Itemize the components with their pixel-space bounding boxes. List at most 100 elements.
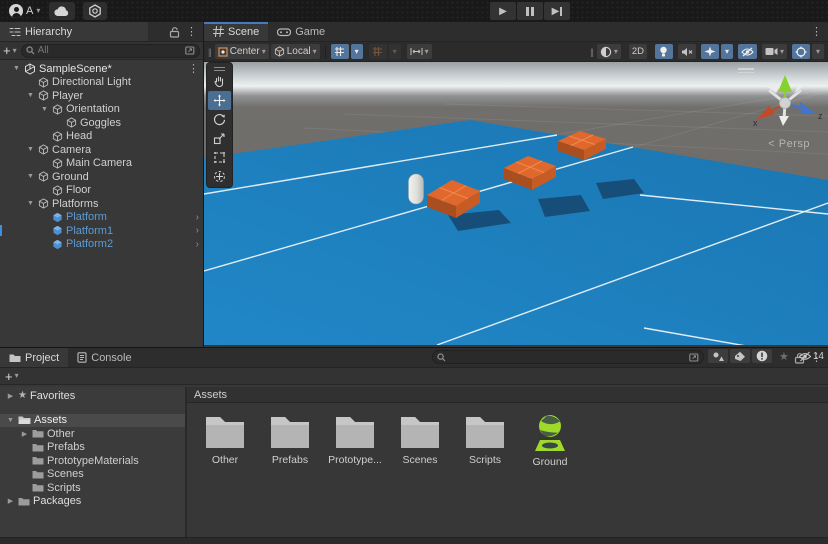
save-search-icon[interactable] <box>689 353 699 362</box>
hierarchy-item[interactable]: ▼ Orientation <box>0 103 203 117</box>
hidden-packages-button[interactable]: 14 <box>796 349 826 363</box>
snap-increment-toggle[interactable] <box>369 44 387 59</box>
toolbar-grip[interactable]: || <box>208 47 211 57</box>
play-button[interactable]: ▶ <box>490 2 516 20</box>
hierarchy-item-prefab[interactable]: Platform2 › <box>0 238 203 252</box>
handle-space-dropdown[interactable]: Local ▾ <box>271 44 320 59</box>
tree-item-folder[interactable]: Scenes <box>0 468 185 482</box>
projection-label[interactable]: < Persp <box>768 138 810 150</box>
scene-viewport[interactable]: x z <box>204 62 828 345</box>
expand-arrow[interactable]: ▼ <box>26 173 35 180</box>
hierarchy-item[interactable]: Head <box>0 130 203 144</box>
tab-scene[interactable]: Scene <box>204 22 268 41</box>
tab-project[interactable]: Project <box>0 348 68 367</box>
scale-tool-button[interactable] <box>208 129 231 148</box>
hierarchy-search[interactable] <box>21 44 200 58</box>
filter-by-label-button[interactable] <box>730 349 750 363</box>
axis-y-cone[interactable] <box>778 75 792 92</box>
effects-toggle[interactable] <box>701 44 719 59</box>
hierarchy-item-prefab[interactable]: Platform1 › <box>0 224 203 238</box>
pause-button[interactable] <box>517 2 543 20</box>
tab-hierarchy[interactable]: Hierarchy <box>0 22 148 41</box>
prefab-chevron-icon[interactable]: › <box>196 239 199 250</box>
project-search-input[interactable] <box>449 352 686 363</box>
toolbar-grip[interactable]: || <box>590 47 593 57</box>
hierarchy-item[interactable]: Directional Light <box>0 76 203 90</box>
pivot-mode-dropdown[interactable]: Center ▾ <box>215 44 269 59</box>
rect-tool-button[interactable] <box>208 148 231 167</box>
grid-visibility-toggle[interactable] <box>331 44 349 59</box>
gizmos-dropdown[interactable]: ▾ <box>812 44 824 59</box>
cloud-services-button[interactable] <box>49 2 75 20</box>
project-search[interactable] <box>432 350 704 364</box>
asset-item-folder[interactable]: Other <box>193 413 257 468</box>
hierarchy-search-input[interactable] <box>38 45 182 56</box>
version-control-button[interactable] <box>83 2 107 20</box>
step-button[interactable]: ▶ <box>544 2 570 20</box>
prefab-chevron-icon[interactable]: › <box>196 212 199 223</box>
tree-item-folder[interactable]: ▶ Other <box>0 427 185 441</box>
hierarchy-item[interactable]: ▼ Camera <box>0 143 203 157</box>
hierarchy-item[interactable]: Main Camera <box>0 157 203 171</box>
hidden-objects-toggle[interactable] <box>738 44 757 59</box>
move-snap-button[interactable]: ▾ <box>407 44 432 59</box>
axis-z-cone[interactable] <box>800 102 816 114</box>
tree-item-packages[interactable]: ▶ Packages <box>0 495 185 509</box>
prefab-chevron-icon[interactable]: › <box>196 225 199 236</box>
gizmo-overlay-handle[interactable] <box>738 66 754 75</box>
hierarchy-item-samplescene[interactable]: ▼ SampleScene* ⋮ <box>0 62 203 76</box>
expand-arrow[interactable]: ▼ <box>26 146 35 153</box>
snap-increment-dropdown[interactable]: ▾ <box>389 44 401 59</box>
expand-arrow[interactable]: ▶ <box>6 497 15 505</box>
asset-item-folder[interactable]: Scripts <box>453 413 517 468</box>
tree-item-folder[interactable]: Prefabs <box>0 441 185 455</box>
scene-menu-button[interactable]: ⋮ <box>188 62 199 75</box>
audio-mute-toggle[interactable] <box>678 44 696 59</box>
hierarchy-item[interactable]: Goggles <box>0 116 203 130</box>
create-asset-button[interactable]: + ▾ <box>3 369 19 384</box>
lock-icon[interactable] <box>169 26 180 38</box>
favorites-filter-button[interactable]: ★ <box>774 349 794 363</box>
tree-item-folder[interactable]: Scripts <box>0 481 185 495</box>
grid-visibility-dropdown[interactable]: ▾ <box>351 44 363 59</box>
asset-item-folder[interactable]: Scenes <box>388 413 452 468</box>
orientation-gizmo[interactable]: x z <box>753 75 823 128</box>
hierarchy-item[interactable]: ▼ Ground <box>0 170 203 184</box>
expand-arrow[interactable]: ▼ <box>40 106 49 113</box>
hierarchy-item[interactable]: ▼ Platforms <box>0 197 203 211</box>
tree-item-favorites[interactable]: ▶ ★ Favorites <box>0 389 185 403</box>
gizmos-toggle[interactable] <box>792 44 810 59</box>
hierarchy-item[interactable]: Floor <box>0 184 203 198</box>
view-tool-button[interactable] <box>208 72 231 91</box>
effects-dropdown[interactable]: ▾ <box>721 44 733 59</box>
hierarchy-item[interactable]: ▼ Player <box>0 89 203 103</box>
filter-by-type-button[interactable] <box>708 349 728 363</box>
asset-item-folder[interactable]: Prefabs <box>258 413 322 468</box>
scene-menu-button[interactable]: ⋮ <box>811 25 822 38</box>
tree-item-folder[interactable]: PrototypeMaterials <box>0 454 185 468</box>
asset-item-folder[interactable]: Prototype... <box>323 413 387 468</box>
move-tool-button[interactable] <box>208 91 231 110</box>
save-search-icon[interactable] <box>185 46 195 55</box>
expand-arrow[interactable]: ▼ <box>26 92 35 99</box>
add-object-button[interactable]: + ▾ <box>3 43 17 58</box>
expand-arrow[interactable]: ▶ <box>20 430 29 438</box>
unimported-assets-button[interactable] <box>752 349 772 363</box>
axis-x-cone[interactable] <box>756 106 775 120</box>
expand-arrow[interactable]: ▼ <box>26 200 35 207</box>
transform-tool-button[interactable] <box>208 167 231 186</box>
expand-arrow[interactable]: ▶ <box>6 392 15 400</box>
expand-arrow[interactable]: ▼ <box>6 417 15 424</box>
hierarchy-menu-button[interactable]: ⋮ <box>186 25 197 38</box>
tab-console[interactable]: Console <box>68 348 140 367</box>
hierarchy-item-prefab[interactable]: Platform › <box>0 211 203 225</box>
rotate-tool-button[interactable] <box>208 110 231 129</box>
tree-item-assets[interactable]: ▼ Assets <box>0 414 185 428</box>
camera-settings-dropdown[interactable]: ▾ <box>762 44 787 59</box>
scene-lighting-toggle[interactable] <box>655 44 673 59</box>
2d-view-toggle[interactable]: 2D <box>629 44 647 59</box>
asset-item-material[interactable]: Ground <box>518 413 582 468</box>
shading-mode-dropdown[interactable]: ▾ <box>597 44 621 59</box>
account-button[interactable]: A ▾ <box>4 2 45 20</box>
tab-game[interactable]: Game <box>268 22 334 41</box>
